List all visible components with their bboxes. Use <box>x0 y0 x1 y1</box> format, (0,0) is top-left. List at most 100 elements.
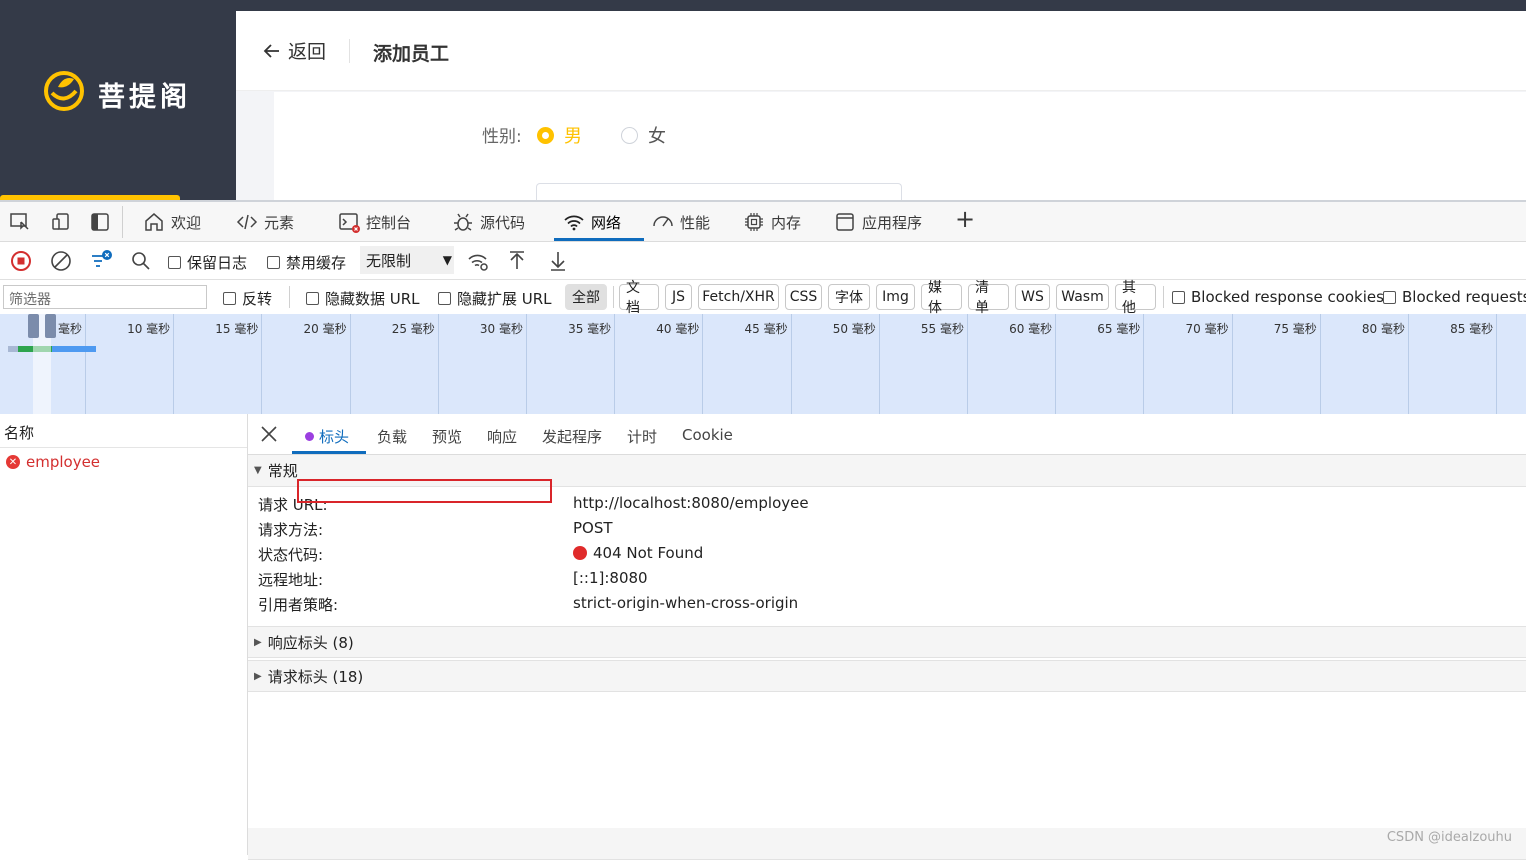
throttling-select[interactable]: 无限制 ▼ <box>360 246 454 274</box>
checkbox-box <box>1383 290 1396 304</box>
checkbox-box <box>168 256 181 269</box>
network-filter-bar: 筛选器 反转 隐藏数据 URL 隐藏扩展 URL 全部 文档 JS Fetch/… <box>0 280 1526 316</box>
plus-icon: + <box>955 205 976 233</box>
filter-toggle-button[interactable] <box>89 249 113 273</box>
type-filter-all[interactable]: 全部 <box>565 284 607 310</box>
type-filter-css[interactable]: CSS <box>785 284 822 310</box>
type-filter-manifest[interactable]: 清单 <box>968 280 1009 316</box>
type-filter-wasm[interactable]: Wasm <box>1056 284 1109 310</box>
tab-console[interactable]: 控制台 <box>338 209 411 235</box>
tab-label: 源代码 <box>480 213 526 232</box>
timeline-handle-left[interactable] <box>28 314 39 338</box>
device-emulation-icon[interactable] <box>50 211 72 233</box>
type-filter-img[interactable]: Img <box>876 284 915 310</box>
filter-input[interactable]: 筛选器 <box>3 285 207 309</box>
inspect-icon[interactable] <box>9 211 31 233</box>
tab-label: 元素 <box>264 213 295 232</box>
timeline-gridline <box>437 314 439 414</box>
network-conditions-button[interactable] <box>466 249 490 273</box>
tab-cookie[interactable]: Cookie <box>682 426 733 444</box>
type-filter-font[interactable]: 字体 <box>828 284 870 310</box>
hide-extension-urls-checkbox[interactable]: 隐藏扩展 URL <box>438 288 552 309</box>
wifi-settings-icon <box>468 254 488 271</box>
close-icon[interactable] <box>260 425 278 443</box>
timeline-tick-label: 50 毫秒 <box>832 322 876 336</box>
devtools-panel: 欢迎 元素 控制台 源代码 网络 性能 内存 应用程序 + 保留日志 禁用缓存 … <box>0 200 1526 860</box>
timeline-tick-label: 85 毫秒 <box>1450 322 1494 336</box>
timeline-gridline <box>261 314 263 414</box>
timeline-tick-label: 35 毫秒 <box>568 322 612 336</box>
checkbox-label: 隐藏扩展 URL <box>457 290 552 308</box>
back-label: 返回 <box>288 41 327 63</box>
record-button[interactable] <box>9 249 33 273</box>
tab-welcome[interactable]: 欢迎 <box>143 209 201 235</box>
tab-application[interactable]: 应用程序 <box>834 209 922 235</box>
caret-down-icon: ▼ <box>442 253 452 267</box>
tab-headers[interactable]: 标头 <box>305 426 349 447</box>
response-headers-section[interactable]: ▶ 响应标头 (8) <box>248 626 1526 658</box>
type-filter-other[interactable]: 其他 <box>1115 280 1156 316</box>
filter-divider <box>289 286 290 308</box>
type-filter-js[interactable]: JS <box>665 284 692 310</box>
timeline-tick-label: 30 毫秒 <box>479 322 523 336</box>
back-button[interactable]: 返回 <box>262 37 326 64</box>
preserve-log-checkbox[interactable]: 保留日志 <box>168 252 247 273</box>
request-row[interactable]: ✕ employee <box>0 448 247 476</box>
status-code-value: 404 Not Found <box>573 544 703 562</box>
section-title: 请求标头 (18) <box>267 667 364 686</box>
blocked-response-cookies-checkbox[interactable]: Blocked response cookies <box>1172 288 1384 306</box>
timeline-gridline <box>702 314 704 414</box>
invert-checkbox[interactable]: 反转 <box>223 288 272 309</box>
request-headers-section[interactable]: ▶ 请求标头 (18) <box>248 660 1526 692</box>
timeline-tick-label: 60 毫秒 <box>1009 322 1053 336</box>
watermark: CSDN @idealzouhu <box>1386 830 1512 845</box>
tab-performance[interactable]: 性能 <box>652 209 710 235</box>
timeline-gridline <box>1231 314 1233 414</box>
filter-divider <box>1163 286 1164 308</box>
url-highlight-box <box>297 479 552 503</box>
timeline-handle-right[interactable] <box>45 314 56 338</box>
tab-preview[interactable]: 预览 <box>432 426 462 447</box>
clear-button[interactable] <box>49 249 73 273</box>
timeline-gridline <box>1055 314 1057 414</box>
gender-label: 性别: <box>482 127 522 147</box>
tab-payload[interactable]: 负载 <box>377 426 407 447</box>
timeline-gridline <box>1319 314 1321 414</box>
column-header-name[interactable]: 名称 <box>0 414 247 448</box>
tab-network[interactable]: 网络 <box>563 209 621 235</box>
type-filter-media[interactable]: 媒体 <box>921 280 962 316</box>
tab-memory[interactable]: 内存 <box>743 209 801 235</box>
gender-radio-female[interactable]: 女 <box>621 122 666 148</box>
timeline-tick-label: 65 毫秒 <box>1097 322 1141 336</box>
export-har-button[interactable] <box>546 249 570 273</box>
blocked-requests-checkbox[interactable]: Blocked requests <box>1383 288 1526 306</box>
tab-elements[interactable]: 元素 <box>236 209 294 235</box>
type-filter-ws[interactable]: WS <box>1015 284 1050 310</box>
gender-radio-male[interactable]: 男 <box>537 122 582 148</box>
timeline-gridline <box>526 314 527 414</box>
timeline-gridline <box>614 314 616 414</box>
tab-label: 控制台 <box>366 213 412 232</box>
radio-label: 男 <box>564 126 582 147</box>
tab-label: 内存 <box>771 213 802 232</box>
type-filter-fetch-xhr[interactable]: Fetch/XHR <box>698 284 779 310</box>
disable-cache-checkbox[interactable]: 禁用缓存 <box>267 252 346 273</box>
gauge-icon <box>653 216 673 227</box>
search-button[interactable] <box>129 249 153 273</box>
tab-initiator[interactable]: 发起程序 <box>542 426 602 447</box>
request-method-value: POST <box>573 519 613 537</box>
add-tab-button[interactable]: + <box>955 205 976 233</box>
tab-sources[interactable]: 源代码 <box>452 209 525 235</box>
import-har-button[interactable] <box>505 249 529 273</box>
hide-data-urls-checkbox[interactable]: 隐藏数据 URL <box>306 288 420 309</box>
tab-timing[interactable]: 计时 <box>627 426 657 447</box>
tab-response[interactable]: 响应 <box>487 426 517 447</box>
dock-side-icon[interactable] <box>89 211 111 233</box>
type-filter-doc[interactable]: 文档 <box>619 280 659 316</box>
network-timeline-overview[interactable]: 毫秒 10 毫秒 15 毫秒 20 毫秒 25 毫秒 30 毫秒 35 毫秒 40 毫秒 45 … <box>0 314 1526 414</box>
timeline-gridline <box>85 314 86 414</box>
checkbox-box <box>223 292 236 305</box>
timeline-gridline <box>1496 314 1498 414</box>
radio-dot <box>537 126 554 144</box>
brand-logo: 菩提阁 <box>42 69 212 113</box>
